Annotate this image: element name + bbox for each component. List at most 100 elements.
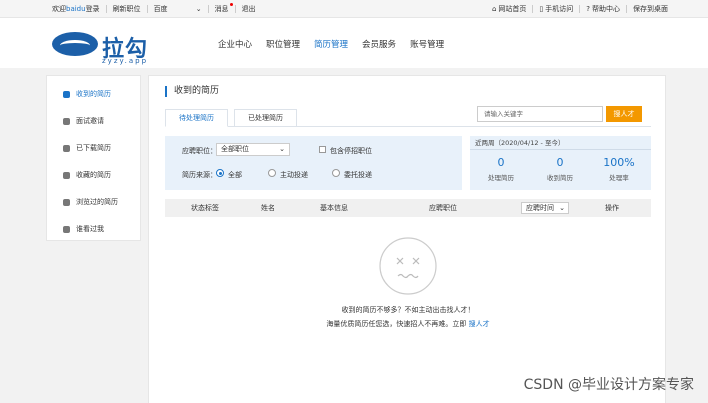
tab-pending-resumes[interactable]: 待处理简历 [165,109,228,127]
empty-hint-text: 海量优质简历任您选，快速招人不再难。立即 [326,320,467,328]
help-icon: ? [586,5,590,13]
inbox-icon [63,90,70,98]
apply-time-sort-select[interactable]: 应聘时间 ⌄ [521,202,569,214]
sidebar-item-interview-invites[interactable]: 面试邀请 [63,116,104,126]
welcome-text: 欢迎 [52,5,66,13]
messages-link[interactable]: 消息 [214,3,233,14]
column-status-tag: 状态标签 [191,204,219,212]
search-talent-link[interactable]: 搜人才 [469,320,490,328]
sidebar-item-label: 浏览过的简历 [76,198,118,206]
stat-label: 处理简历 [488,174,514,182]
sidebar-item-label: 已下载简历 [76,144,111,152]
top-bar: 欢迎 baidu 登录 刷新职位 百度 ⌄ 消息 退出 ⌂ 网站首页 ▯ 手机访… [0,0,708,18]
stat-processed: 0 处理简历 [476,156,526,182]
divider [579,5,581,13]
chevron-down-icon: ⌄ [279,145,285,153]
sidebar-item-downloaded-resumes[interactable]: 已下载简历 [63,143,111,153]
top-bar-left: 欢迎 baidu 登录 刷新职位 百度 ⌄ 消息 退出 [52,3,256,14]
watermark: CSDN @毕业设计方案专家 [523,377,694,393]
source-radio-active[interactable] [268,169,276,177]
logo-mark-icon [52,32,98,56]
sidebar-item-saved-resumes[interactable]: 收藏的简历 [63,170,111,180]
eye-icon [63,225,70,233]
mobile-link[interactable]: ▯ 手机访问 [539,4,573,14]
logout-link[interactable]: 退出 [242,4,256,14]
help-link[interactable]: ? 帮助中心 [586,4,620,14]
source-filter-label: 简历来源： [182,171,217,179]
sidebar-item-label: 收到的简历 [76,90,111,98]
sidebar-item-who-viewed-me[interactable]: 谁看过我 [63,224,104,234]
save-desktop-link[interactable]: 保存到桌面 [633,4,668,14]
folder-icon [63,171,70,179]
filter-panel: 应聘职位： 全部职位 ⌄ 包含停招职位 简历来源： 全部 主动投递 委托投递 [165,136,462,190]
chevron-down-icon: ⌄ [195,5,202,13]
messages-label: 消息 [214,5,229,13]
stats-panel: 近两周（2020/04/12 - 至今） 0 处理简历 0 收到简历 100% … [470,136,651,190]
unread-dot [229,3,233,6]
search-input[interactable]: 请输入关键字 [477,106,603,122]
empty-message: 收到的简历不够多？不如主动出击找人才！ [341,306,475,314]
stat-value: 100% [603,156,635,169]
sidebar-item-viewed-resumes[interactable]: 浏览过的简历 [63,197,118,207]
column-applied-job: 应聘职位 [429,204,457,212]
cloud-download-icon [63,144,70,152]
save-desktop-label: 保存到桌面 [633,5,668,13]
divider [532,5,534,13]
nav-member-services[interactable]: 会员服务 [362,38,396,50]
stat-rate: 100% 处理率 [594,156,644,182]
help-label: 帮助中心 [592,5,620,13]
divider [146,5,148,13]
chevron-down-icon: ⌄ [559,204,565,212]
source-option-label: 委托投递 [344,171,372,179]
sidebar-item-received-resumes[interactable]: 收到的简历 [63,89,111,99]
mobile-label: 手机访问 [545,5,574,13]
stat-received: 0 收到简历 [535,156,585,182]
column-actions: 操作 [605,204,619,212]
column-basic-info: 基本信息 [320,204,348,212]
login-link[interactable]: 登录 [86,4,100,14]
include-closed-label: 包含停招职位 [330,147,372,155]
source-option-label: 主动投递 [280,171,308,179]
top-bar-right: ⌂ 网站首页 ▯ 手机访问 ? 帮助中心 保存到桌面 [492,4,668,14]
table-header: 状态标签 姓名 基本信息 应聘职位 应聘时间 ⌄ 操作 [165,199,651,217]
site-home-link[interactable]: ⌂ 网站首页 [492,4,526,14]
divider [626,5,627,13]
divider [105,5,107,13]
job-filter-select[interactable]: 全部职位 ⌄ [216,143,290,156]
clock-icon [63,198,70,206]
nav-job-management[interactable]: 职位管理 [266,38,300,50]
tab-processed-resumes[interactable]: 已处理简历 [234,109,297,127]
main-nav: 企业中心 职位管理 简历管理 会员服务 账号管理 [218,38,444,50]
main-panel: 收到的简历 待处理简历 已处理简历 请输入关键字 搜人才 应聘职位： 全部职位 … [148,75,666,403]
source-radio-delegated[interactable] [332,169,340,177]
apply-time-label: 应聘时间 [526,204,554,212]
divider [207,5,209,13]
nav-resume-management[interactable]: 简历管理 [314,38,348,50]
stat-label: 处理率 [609,174,629,182]
refresh-jobs-link[interactable]: 刷新职位 [113,4,141,14]
source-option-label: 全部 [228,171,242,179]
calendar-icon [63,117,70,125]
sidebar-item-label: 谁看过我 [76,225,104,233]
sidebar-item-label: 收藏的简历 [76,171,111,179]
company-select[interactable]: 百度 ⌄ [154,4,202,14]
username-link[interactable]: baidu [66,5,86,13]
site-home-label: 网站首页 [498,5,527,13]
search-talent-button[interactable]: 搜人才 [606,106,642,122]
stat-value: 0 [556,156,564,169]
sidebar: 收到的简历 面试邀请 已下载简历 收藏的简历 浏览过的简历 谁看过我 [46,75,141,241]
column-name: 姓名 [261,204,275,212]
logo[interactable]: 拉勾 zyzy.app [52,30,164,65]
nav-account-management[interactable]: 账号管理 [410,38,444,50]
source-radio-all[interactable] [216,169,224,177]
logo-subtext: zyzy.app [102,57,149,65]
include-closed-checkbox[interactable] [319,146,326,153]
stats-period: 近两周（2020/04/12 - 至今） [470,136,651,150]
empty-hint: 海量优质简历任您选，快速招人不再难。立即 搜人才 [149,319,667,329]
nav-enterprise-center[interactable]: 企业中心 [218,38,252,50]
home-icon: ⌂ [491,5,497,13]
page-title: 收到的简历 [165,86,219,97]
sidebar-item-label: 面试邀请 [76,117,104,125]
divider [234,5,236,13]
company-select-value: 百度 [153,5,168,13]
